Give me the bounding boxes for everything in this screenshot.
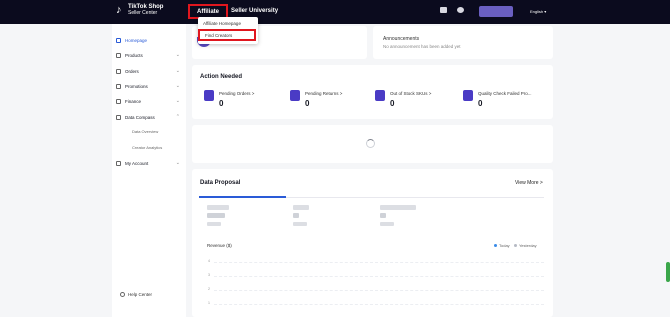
menu-item-find-creators[interactable]: Find Creators bbox=[198, 29, 256, 41]
metric-value-blurred bbox=[380, 213, 386, 218]
top-navigation-bar: ♪ TikTok Shop Seller Center Affiliate Se… bbox=[0, 0, 670, 24]
action-item-value: 0 bbox=[219, 99, 224, 108]
legend-dot-yesterday bbox=[514, 244, 517, 248]
sidebar-item-data-compass[interactable]: Data Compass ⌃ bbox=[112, 112, 186, 122]
sidebar-item-label: Orders bbox=[125, 68, 139, 74]
quality-check-icon bbox=[463, 90, 473, 101]
action-item-value: 0 bbox=[305, 99, 310, 108]
announcements-empty-text: No announcement has been added yet bbox=[383, 44, 461, 49]
menu-item-affiliate-homepage[interactable]: Affiliate Homepage bbox=[203, 21, 241, 26]
metric-label-blurred bbox=[207, 205, 229, 210]
action-needed-title: Action Needed bbox=[200, 74, 243, 80]
grid-line bbox=[214, 304, 544, 306]
chevron-down-icon: ⌄ bbox=[175, 98, 180, 104]
y-tick: 2 bbox=[208, 287, 210, 291]
legend-label: Yesterday bbox=[519, 243, 537, 248]
nav-affiliate-label: Affiliate bbox=[196, 8, 219, 15]
metric-label-blurred bbox=[293, 205, 309, 210]
sidebar-item-promotions[interactable]: Promotions ⌄ bbox=[112, 81, 186, 91]
sidebar-item-products[interactable]: Products ⌄ bbox=[112, 50, 186, 60]
sidebar-item-my-account[interactable]: My Account ⌄ bbox=[112, 158, 186, 168]
action-item-label: Out of Stock SKUs > bbox=[390, 91, 432, 96]
sidebar-subitem-creator-analytics[interactable]: Creator Analytics bbox=[132, 145, 162, 150]
menu-item-label: Find Creators bbox=[205, 32, 233, 38]
logo-subtitle: Seller Center bbox=[128, 10, 158, 16]
chevron-down-icon: ⌄ bbox=[175, 83, 180, 89]
products-icon bbox=[116, 52, 121, 58]
account-icon bbox=[116, 160, 121, 166]
grid-line bbox=[214, 276, 544, 278]
nav-seller-university[interactable]: Seller University bbox=[231, 8, 278, 14]
finance-icon bbox=[116, 98, 121, 104]
chevron-up-icon: ⌃ bbox=[175, 114, 180, 120]
metric-value-blurred bbox=[207, 213, 225, 218]
grid-line bbox=[214, 262, 544, 264]
action-item-value: 0 bbox=[478, 99, 483, 108]
action-item-label: Quality Check Failed Pro... bbox=[478, 91, 532, 96]
y-tick: 1 bbox=[208, 301, 210, 305]
promotions-icon bbox=[116, 83, 121, 89]
help-center-label: Help Center bbox=[128, 292, 153, 297]
sidebar-item-label: Data Compass bbox=[125, 114, 155, 120]
action-item-value: 0 bbox=[390, 99, 395, 108]
affiliate-dropdown-menu: Affiliate Homepage Find Creators bbox=[198, 17, 258, 44]
sidebar-item-label: Promotions bbox=[125, 83, 148, 89]
metric-compare-blurred bbox=[207, 222, 221, 226]
announcements-card bbox=[373, 26, 553, 59]
revenue-chart-label: Revenue ($) bbox=[207, 243, 232, 248]
y-tick: 3 bbox=[208, 273, 210, 277]
data-compass-icon bbox=[116, 114, 121, 120]
language-selector[interactable]: English ▾ bbox=[530, 9, 546, 14]
sidebar-item-label: Homepage bbox=[125, 37, 148, 43]
sidebar-item-label: Finance bbox=[125, 98, 142, 104]
sidebar-subitem-data-overview[interactable]: Data Overview bbox=[132, 129, 158, 134]
sidebar-item-label: My Account bbox=[125, 160, 149, 166]
sidebar-item-orders[interactable]: Orders ⌄ bbox=[112, 66, 186, 76]
action-item-label: Pending Returns > bbox=[305, 91, 343, 96]
help-icon bbox=[120, 292, 125, 297]
pending-returns-icon bbox=[290, 90, 300, 101]
metric-value-blurred bbox=[293, 213, 299, 218]
legend-dot-today bbox=[494, 244, 497, 248]
chevron-down-icon: ⌄ bbox=[175, 52, 180, 58]
metric-label-blurred bbox=[380, 205, 416, 210]
page-scroll-indicator[interactable] bbox=[666, 262, 670, 282]
announcements-title: Announcements bbox=[383, 36, 420, 42]
notification-bell-icon[interactable] bbox=[457, 7, 464, 13]
active-metric-tab-indicator bbox=[199, 196, 286, 198]
sidebar-item-homepage[interactable]: Homepage bbox=[112, 35, 186, 45]
sidebar: Homepage Products ⌄ Orders ⌄ Promotions ⌄ F… bbox=[112, 24, 186, 317]
data-proposal-title: Data Proposal bbox=[200, 180, 241, 186]
legend-yesterday: Yesterday bbox=[514, 243, 537, 248]
loading-spinner-icon bbox=[366, 139, 375, 148]
grid-line bbox=[214, 290, 544, 292]
y-tick: 4 bbox=[208, 259, 210, 263]
home-icon bbox=[116, 37, 121, 43]
avatar[interactable] bbox=[479, 6, 513, 17]
tiktok-logo-icon: ♪ bbox=[116, 4, 122, 16]
view-more-link[interactable]: View More > bbox=[515, 180, 543, 186]
metric-compare-blurred bbox=[293, 222, 307, 226]
sidebar-item-label: Products bbox=[125, 52, 143, 58]
pending-orders-icon bbox=[204, 90, 214, 101]
chevron-down-icon: ⌄ bbox=[175, 68, 180, 74]
sidebar-item-finance[interactable]: Finance ⌄ bbox=[112, 96, 186, 106]
action-item-label: Pending Orders > bbox=[219, 91, 255, 96]
legend-today: Today bbox=[494, 243, 510, 248]
message-icon[interactable] bbox=[440, 7, 447, 13]
out-of-stock-icon bbox=[375, 90, 385, 101]
legend-label: Today bbox=[499, 243, 510, 248]
chevron-down-icon: ⌄ bbox=[175, 160, 180, 166]
orders-icon bbox=[116, 68, 121, 74]
help-center-link[interactable]: Help Center bbox=[120, 292, 152, 297]
metric-compare-blurred bbox=[380, 222, 394, 226]
